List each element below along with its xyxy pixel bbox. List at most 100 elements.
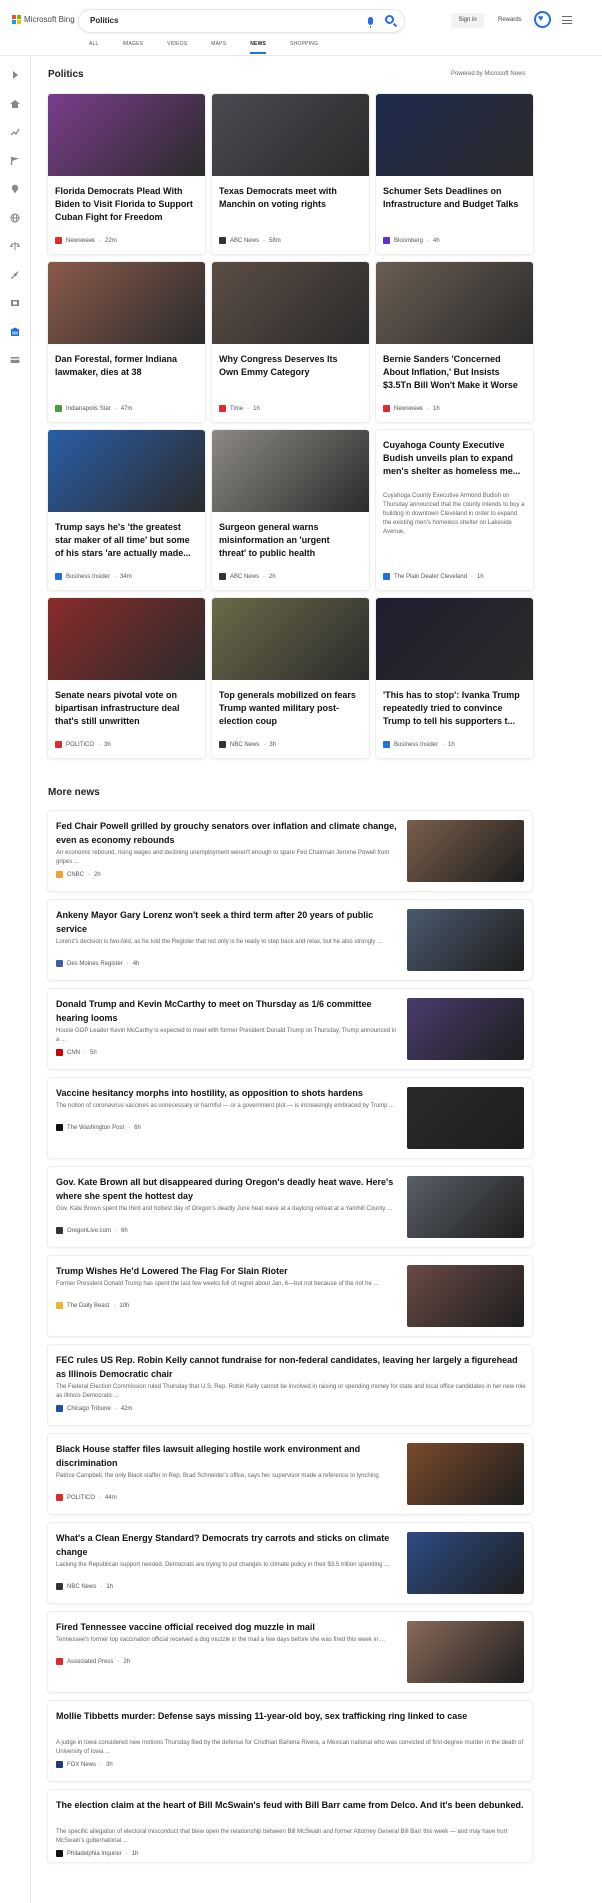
news-item-title[interactable]: Fired Tennessee vaccine official receive… — [56, 1620, 401, 1634]
news-card-title[interactable]: Cuyahoga County Executive Budish unveils… — [383, 439, 523, 478]
news-item-thumbnail[interactable] — [407, 1621, 524, 1683]
news-card[interactable]: Dan Forestal, former Indiana lawmaker, d… — [48, 262, 205, 422]
news-item-thumbnail[interactable] — [407, 820, 524, 882]
news-list-item[interactable]: Fed Chair Powell grilled by grouchy sena… — [48, 811, 532, 891]
news-list-item[interactable]: Vaccine hesitancy morphs into hostility,… — [48, 1078, 532, 1158]
home-icon[interactable] — [10, 99, 20, 109]
news-item-title[interactable]: FEC rules US Rep. Robin Kelly cannot fun… — [56, 1353, 526, 1381]
search-icon[interactable] — [385, 15, 394, 24]
news-card-image[interactable] — [48, 598, 205, 680]
bing-logo[interactable]: Microsoft Bing — [12, 15, 75, 24]
microphone-icon[interactable] — [368, 17, 373, 28]
news-card-title[interactable]: Senate nears pivotal vote on bipartisan … — [55, 689, 195, 728]
news-card[interactable]: Texas Democrats meet with Manchin on vot… — [212, 94, 369, 254]
news-item-title[interactable]: Donald Trump and Kevin McCarthy to meet … — [56, 997, 401, 1025]
news-card-image[interactable] — [48, 262, 205, 344]
news-card[interactable]: Trump says he's 'the greatest star maker… — [48, 430, 205, 590]
scope-tab-images[interactable]: IMAGES — [123, 41, 144, 53]
news-list-item[interactable]: Mollie Tibbetts murder: Defense says mis… — [48, 1701, 532, 1781]
news-card-title[interactable]: Florida Democrats Plead With Biden to Vi… — [55, 185, 195, 224]
trending-icon[interactable] — [10, 127, 20, 137]
expand-arrow-icon[interactable] — [10, 70, 20, 80]
news-item-title[interactable]: Vaccine hesitancy morphs into hostility,… — [56, 1086, 401, 1100]
news-item-title[interactable]: Fed Chair Powell grilled by grouchy sena… — [56, 819, 401, 847]
news-list-item[interactable]: Donald Trump and Kevin McCarthy to meet … — [48, 989, 532, 1069]
news-card[interactable]: Why Congress Deserves Its Own Emmy Categ… — [212, 262, 369, 422]
news-card[interactable]: Schumer Sets Deadlines on Infrastructure… — [376, 94, 533, 254]
news-item-thumbnail[interactable] — [407, 1443, 524, 1505]
news-item-thumbnail[interactable] — [407, 998, 524, 1060]
news-card-title[interactable]: Dan Forestal, former Indiana lawmaker, d… — [55, 353, 195, 379]
globe-icon[interactable] — [10, 213, 20, 223]
news-card-title[interactable]: Surgeon general warns misinformation an … — [219, 521, 359, 560]
news-item-title[interactable]: Black House staffer files lawsuit allegi… — [56, 1442, 401, 1470]
news-item-thumbnail[interactable] — [407, 909, 524, 971]
search-input[interactable]: Politics — [90, 16, 118, 25]
news-card[interactable]: Cuyahoga County Executive Budish unveils… — [376, 430, 533, 590]
publisher-logo-icon — [56, 1049, 63, 1056]
news-card[interactable]: Senate nears pivotal vote on bipartisan … — [48, 598, 205, 758]
news-list-item[interactable]: FEC rules US Rep. Robin Kelly cannot fun… — [48, 1345, 532, 1425]
news-card-source: Newsweek · 22m — [55, 237, 117, 244]
news-item-title[interactable]: Gov. Kate Brown all but disappeared duri… — [56, 1175, 401, 1203]
news-card-title[interactable]: Why Congress Deserves Its Own Emmy Categ… — [219, 353, 359, 379]
news-card[interactable]: Florida Democrats Plead With Biden to Vi… — [48, 94, 205, 254]
news-list-item[interactable]: What's a Clean Energy Standard? Democrat… — [48, 1523, 532, 1603]
news-card-image[interactable] — [376, 262, 533, 344]
publisher-name: POLITICO — [66, 741, 95, 748]
news-card[interactable]: Bernie Sanders 'Concerned About Inflatio… — [376, 262, 533, 422]
news-card-title[interactable]: 'This has to stop': Ivanka Trump repeate… — [383, 689, 523, 728]
news-list-item[interactable]: Trump Wishes He'd Lowered The Flag For S… — [48, 1256, 532, 1336]
news-card[interactable]: Surgeon general warns misinformation an … — [212, 430, 369, 590]
news-list-item[interactable]: Gov. Kate Brown all but disappeared duri… — [48, 1167, 532, 1247]
hamburger-menu-icon[interactable] — [562, 16, 572, 24]
news-card-title[interactable]: Top generals mobilized on fears Trump wa… — [219, 689, 359, 728]
news-item-thumbnail[interactable] — [407, 1087, 524, 1149]
news-list-item[interactable]: The election claim at the heart of Bill … — [48, 1790, 532, 1862]
news-card[interactable]: Top generals mobilized on fears Trump wa… — [212, 598, 369, 758]
news-item-thumbnail[interactable] — [407, 1176, 524, 1238]
location-pin-icon[interactable] — [10, 184, 20, 194]
news-card-image[interactable] — [48, 94, 205, 176]
scope-tab-news[interactable]: NEWS — [250, 41, 266, 54]
news-card-image[interactable] — [212, 94, 369, 176]
publisher-name: Indianapolis Star — [66, 405, 111, 412]
news-item-title[interactable]: Ankeny Mayor Gary Lorenz won't seek a th… — [56, 908, 401, 936]
news-item-title[interactable]: Trump Wishes He'd Lowered The Flag For S… — [56, 1264, 401, 1278]
scope-tab-maps[interactable]: MAPS — [211, 41, 226, 53]
scope-tab-shopping[interactable]: SHOPPING — [290, 41, 318, 53]
news-list-item[interactable]: Ankeny Mayor Gary Lorenz won't seek a th… — [48, 900, 532, 980]
news-card-image[interactable] — [376, 598, 533, 680]
news-card-image[interactable] — [212, 598, 369, 680]
sign-in-button[interactable]: Sign in — [451, 13, 484, 28]
scales-icon[interactable] — [10, 241, 20, 251]
scope-tab-videos[interactable]: VIDEOS — [167, 41, 187, 53]
news-item-thumbnail[interactable] — [407, 1532, 524, 1594]
building-icon[interactable] — [10, 327, 20, 337]
news-card-image[interactable] — [376, 94, 533, 176]
news-item-title[interactable]: The election claim at the heart of Bill … — [56, 1798, 526, 1812]
search-box[interactable]: Politics — [79, 10, 404, 32]
news-item-title[interactable]: Mollie Tibbetts murder: Defense says mis… — [56, 1709, 526, 1723]
news-card-title[interactable]: Bernie Sanders 'Concerned About Inflatio… — [383, 353, 523, 392]
news-item-title[interactable]: What's a Clean Energy Standard? Democrat… — [56, 1531, 401, 1559]
publisher-name: Newsweek — [66, 237, 96, 244]
rocket-icon[interactable] — [10, 270, 20, 280]
news-card-title[interactable]: Trump says he's 'the greatest star maker… — [55, 521, 195, 560]
news-card-image[interactable] — [48, 430, 205, 512]
rewards-link[interactable]: Rewards — [498, 17, 522, 23]
news-card-image[interactable] — [212, 262, 369, 344]
news-card-image[interactable] — [212, 430, 369, 512]
film-icon[interactable] — [10, 298, 20, 308]
news-item-thumbnail[interactable] — [407, 1265, 524, 1327]
flag-icon[interactable] — [10, 156, 20, 166]
credit-card-icon[interactable] — [10, 355, 20, 365]
rewards-icon[interactable] — [534, 11, 551, 28]
news-card-title[interactable]: Schumer Sets Deadlines on Infrastructure… — [383, 185, 523, 211]
news-card-title[interactable]: Texas Democrats meet with Manchin on vot… — [219, 185, 359, 211]
news-list-item[interactable]: Fired Tennessee vaccine official receive… — [48, 1612, 532, 1692]
dot-separator: · — [125, 1850, 128, 1857]
news-list-item[interactable]: Black House staffer files lawsuit allegi… — [48, 1434, 532, 1514]
news-card[interactable]: 'This has to stop': Ivanka Trump repeate… — [376, 598, 533, 758]
scope-tab-all[interactable]: ALL — [89, 41, 99, 53]
